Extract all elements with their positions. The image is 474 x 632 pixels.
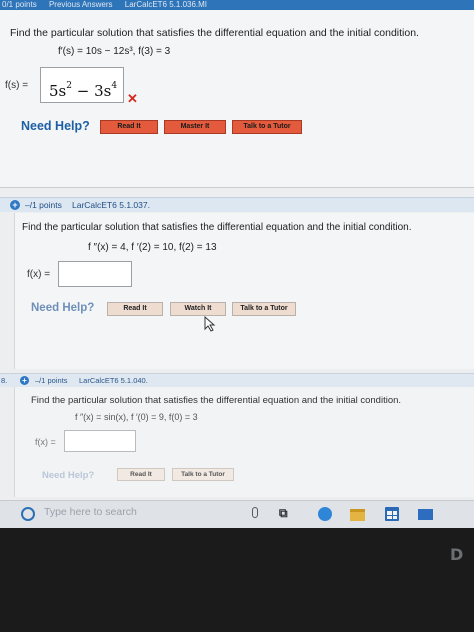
microphone-icon[interactable] [252,507,258,518]
problem3-need-help: Need Help? [42,470,95,481]
problem1-read-it-button[interactable]: Read It [100,120,158,134]
problem3-answer-field[interactable] [64,430,136,452]
problem1-equation: f′(s) = 10s − 12s³, f(3) = 3 [58,46,171,57]
problem2-answer-label: f(x) = [27,269,51,280]
edge-browser-icon[interactable] [318,507,332,521]
problem2-read-it-button[interactable]: Read It [107,302,163,316]
windows-taskbar: Type here to search ⧉ [0,500,474,528]
problem3-talk-to-tutor-button[interactable]: Talk to a Tutor [172,468,234,481]
problem1-ref: LarCalcET6 5.1.036.MI [124,0,208,9]
problem2-question: Find the particular solution that satisf… [22,222,412,233]
problem2-talk-to-tutor-button[interactable]: Talk to a Tutor [232,302,296,316]
task-view-icon[interactable]: ⧉ [279,505,291,520]
mouse-cursor-icon [204,316,216,332]
problem2-equation: f ″(x) = 4, f ′(2) = 10, f(2) = 13 [88,242,217,253]
cortana-search-icon[interactable] [21,507,35,521]
problem2-watch-it-button[interactable]: Watch It [170,302,226,316]
problem1-master-it-button[interactable]: Master It [164,120,226,134]
problem1-talk-to-tutor-button[interactable]: Talk to a Tutor [232,120,302,134]
problem3-read-it-button[interactable]: Read It [117,468,165,481]
problem2-ref: LarCalcET6 5.1.037. [72,200,150,210]
problem3-header: 8. + –/1 points LarCalcET6 5.1.040. [0,373,474,387]
problem3-answer-label: f(x) = [35,437,56,447]
browser-viewport: 0/1 points Previous Answers LarCalcET6 5… [0,0,474,528]
expand-plus-icon[interactable]: + [20,376,29,385]
previous-answers-link[interactable]: Previous Answers [49,0,113,9]
problem1-answer-label: f(s) = [5,80,29,91]
problem3-ref: LarCalcET6 5.1.040. [79,376,148,385]
monitor-brand-logo: D [450,545,464,564]
mail-icon[interactable] [418,509,433,520]
problem1-need-help: Need Help? [21,119,90,133]
problem2-need-help: Need Help? [31,302,95,314]
wrong-answer-icon: ✕ [127,91,138,106]
taskbar-search-input[interactable]: Type here to search [44,506,137,518]
problem2-points: –/1 points [25,200,62,210]
problem3-points: –/1 points [35,376,68,385]
problem3-equation: f ″(x) = sin(x), f ′(0) = 9, f(0) = 3 [75,412,198,422]
problem2-answer-field[interactable] [58,261,132,287]
problem1-answer-field[interactable]: 5s2 − 3s4 [40,67,124,103]
problem3-question: Find the particular solution that satisf… [31,395,402,406]
file-explorer-icon[interactable] [350,509,365,521]
expand-plus-icon[interactable]: + [10,200,20,210]
problem2-panel [14,213,474,369]
problem3-number: 8. [1,376,8,385]
problem1-question: Find the particular solution that satisf… [10,27,419,39]
problem1-points: 0/1 points [2,0,37,9]
problem2-header: + –/1 points LarCalcET6 5.1.037. [0,197,474,212]
store-icon[interactable] [385,507,399,521]
problem1-header: 0/1 points Previous Answers LarCalcET6 5… [0,0,474,10]
